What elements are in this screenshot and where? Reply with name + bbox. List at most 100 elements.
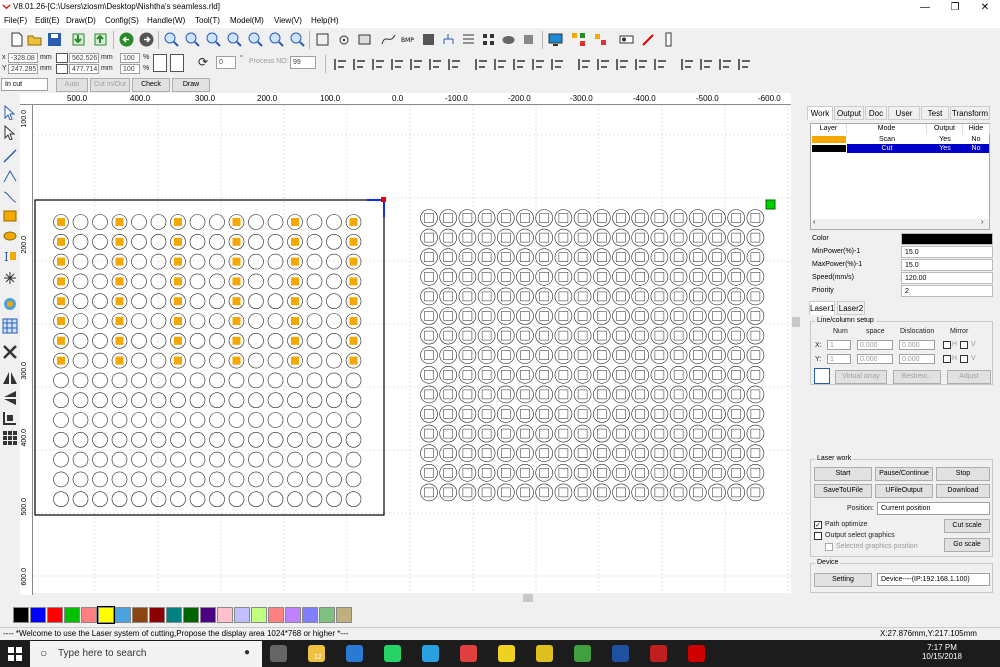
adjust-button[interactable]: Adjust — [947, 370, 991, 384]
vscode-icon[interactable] — [346, 645, 363, 662]
tab-laser1[interactable]: Laser1 — [809, 301, 835, 315]
taskbar-search-input[interactable]: Type here to search — [30, 641, 262, 667]
scroll-right-icon[interactable]: › — [981, 219, 983, 226]
text-bottom-icon[interactable] — [736, 56, 753, 73]
dist-h-icon[interactable] — [473, 56, 490, 73]
move-topright-icon[interactable] — [595, 56, 612, 73]
palette-swatch[interactable] — [319, 607, 335, 623]
path-optimize-checkbox[interactable]: ✓ — [814, 521, 822, 529]
property-value-field[interactable] — [901, 233, 993, 245]
array-preview-icon[interactable] — [814, 368, 830, 384]
zoom-fit-icon[interactable] — [205, 31, 222, 48]
x-space-field[interactable]: 0.000 — [857, 340, 893, 350]
colorize-icon[interactable] — [592, 31, 609, 48]
tab-user[interactable]: User — [888, 106, 920, 120]
palette-swatch[interactable] — [47, 607, 63, 623]
microphone-icon[interactable]: ● — [244, 647, 250, 658]
save-to-ufile-button[interactable]: SaveToUFile — [814, 484, 872, 498]
selected-pos-checkbox[interactable] — [825, 543, 833, 551]
width-field[interactable]: 562.526 — [69, 53, 99, 63]
property-value-field[interactable]: 2 — [901, 285, 993, 297]
menu-draw[interactable]: Draw(D) — [66, 16, 96, 25]
vertical-text-icon[interactable] — [660, 31, 677, 48]
x-dislocation-field[interactable]: 0.000 — [899, 340, 935, 350]
save-icon[interactable] — [46, 31, 63, 48]
minimize-button[interactable]: — — [910, 0, 940, 15]
menu-model[interactable]: Model(M) — [230, 16, 264, 25]
device-select[interactable]: Device----(IP:192.168.1.100) — [877, 573, 990, 586]
align-center-h-icon[interactable] — [427, 56, 444, 73]
mirror-tool-icon[interactable] — [2, 370, 18, 386]
align-bottom-icon[interactable] — [389, 56, 406, 73]
process-no-field[interactable]: 99 — [290, 56, 316, 69]
undo-icon[interactable] — [118, 31, 135, 48]
array-icon[interactable] — [480, 31, 497, 48]
task-view-icon[interactable] — [270, 645, 287, 662]
app2-icon[interactable] — [574, 645, 591, 662]
virtual-array-button[interactable]: Virtual array — [835, 370, 887, 384]
move-bottomleft-icon[interactable] — [614, 56, 631, 73]
layer-header[interactable]: Layer — [811, 124, 847, 134]
x-mirror-h-checkbox[interactable] — [943, 341, 951, 349]
palette-swatch[interactable] — [200, 607, 216, 623]
magic-wand-icon[interactable] — [640, 31, 657, 48]
select-arrow-icon[interactable] — [2, 104, 18, 120]
property-value-field[interactable]: 120.00 — [901, 272, 993, 284]
menu-config[interactable]: Config(S) — [105, 16, 139, 25]
tab-output[interactable]: Output — [834, 106, 864, 120]
curve-tool-icon[interactable] — [2, 188, 18, 204]
tab-doc[interactable]: Doc — [865, 106, 887, 120]
palette-swatch[interactable] — [132, 607, 148, 623]
corner-tool-icon[interactable] — [2, 410, 18, 426]
vscroll-thumb[interactable] — [792, 317, 800, 327]
text-right-icon[interactable] — [698, 56, 715, 73]
setting-button[interactable]: Setting — [814, 573, 872, 587]
palette-swatch[interactable] — [166, 607, 182, 623]
move-topleft-icon[interactable] — [576, 56, 593, 73]
same-size-icon[interactable] — [549, 56, 566, 73]
scroll-left-icon[interactable]: ‹ — [813, 219, 815, 226]
zoom-page-icon[interactable] — [226, 31, 243, 48]
palette-swatch[interactable] — [336, 607, 352, 623]
check-button[interactable]: Check — [132, 78, 170, 92]
cloud-icon[interactable] — [500, 31, 517, 48]
bitmap-handle-icon[interactable] — [2, 296, 18, 312]
palette-swatch[interactable] — [285, 607, 301, 623]
maximize-button[interactable]: ❐ — [940, 0, 970, 15]
align-icon[interactable] — [460, 31, 477, 48]
zoom-out-icon[interactable] — [184, 31, 201, 48]
dist-v-icon[interactable] — [492, 56, 509, 73]
palette-swatch[interactable] — [97, 606, 115, 624]
cut-mode-select[interactable]: In cut — [1, 78, 48, 91]
palette-swatch[interactable] — [183, 607, 199, 623]
tab-test[interactable]: Test — [921, 106, 949, 120]
cut-inout-button[interactable]: Cut In/Out — [90, 78, 130, 92]
delete-tool-icon[interactable] — [2, 344, 18, 360]
rdworks-icon[interactable] — [688, 645, 705, 662]
x-position-field[interactable]: -328.08 — [8, 53, 38, 63]
cut-scale-button[interactable]: Cut scale — [944, 519, 990, 533]
app3-icon[interactable] — [612, 645, 629, 662]
height-lock-icon[interactable] — [56, 64, 68, 74]
tab-transform[interactable]: Transform — [950, 106, 990, 120]
menu-view[interactable]: View(V) — [274, 16, 302, 25]
menu-edit[interactable]: Edit(E) — [35, 16, 59, 25]
menu-help[interactable]: Help(H) — [311, 16, 339, 25]
hide-header[interactable]: Hide — [963, 124, 990, 134]
palette-swatch[interactable] — [13, 607, 29, 623]
x-mirror-v-checkbox[interactable] — [960, 341, 968, 349]
stop-button[interactable]: Stop — [936, 467, 990, 481]
grid-icon[interactable] — [420, 31, 437, 48]
align-center-v-icon[interactable] — [408, 56, 425, 73]
grid-tool-icon[interactable] — [2, 318, 18, 334]
text-tool-icon[interactable]: I — [2, 248, 18, 264]
output-header[interactable]: Output — [927, 124, 963, 134]
palette-swatch[interactable] — [115, 607, 131, 623]
layer-row[interactable]: Scan Yes No — [811, 135, 989, 144]
line-tool-icon[interactable] — [2, 148, 18, 164]
horizontal-scrollbar[interactable] — [33, 593, 791, 603]
zoom-in-icon[interactable] — [163, 31, 180, 48]
align-left-icon[interactable] — [332, 56, 349, 73]
tree-icon[interactable] — [440, 31, 457, 48]
chrome-icon[interactable] — [536, 645, 553, 662]
